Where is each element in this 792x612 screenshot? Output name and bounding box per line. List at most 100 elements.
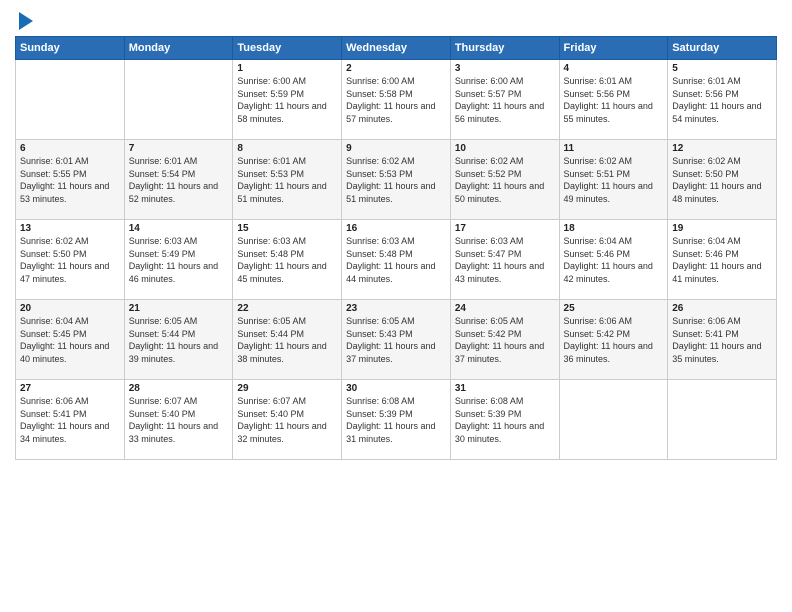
week-row-5: 27Sunrise: 6:06 AM Sunset: 5:41 PM Dayli… (16, 380, 777, 460)
day-info: Sunrise: 6:06 AM Sunset: 5:41 PM Dayligh… (672, 315, 772, 365)
calendar-cell (124, 60, 233, 140)
calendar-cell: 27Sunrise: 6:06 AM Sunset: 5:41 PM Dayli… (16, 380, 125, 460)
day-number: 28 (129, 383, 229, 394)
calendar-cell: 1Sunrise: 6:00 AM Sunset: 5:59 PM Daylig… (233, 60, 342, 140)
day-info: Sunrise: 6:05 AM Sunset: 5:44 PM Dayligh… (237, 315, 337, 365)
day-info: Sunrise: 6:05 AM Sunset: 5:44 PM Dayligh… (129, 315, 229, 365)
day-info: Sunrise: 6:08 AM Sunset: 5:39 PM Dayligh… (346, 395, 446, 445)
calendar-cell: 26Sunrise: 6:06 AM Sunset: 5:41 PM Dayli… (668, 300, 777, 380)
day-number: 6 (20, 143, 120, 154)
calendar-header-row: SundayMondayTuesdayWednesdayThursdayFrid… (16, 37, 777, 60)
calendar-cell: 29Sunrise: 6:07 AM Sunset: 5:40 PM Dayli… (233, 380, 342, 460)
calendar-cell (559, 380, 668, 460)
day-number: 1 (237, 63, 337, 74)
day-info: Sunrise: 6:03 AM Sunset: 5:48 PM Dayligh… (346, 235, 446, 285)
calendar-cell (16, 60, 125, 140)
day-info: Sunrise: 6:02 AM Sunset: 5:50 PM Dayligh… (20, 235, 120, 285)
calendar-cell: 16Sunrise: 6:03 AM Sunset: 5:48 PM Dayli… (342, 220, 451, 300)
day-info: Sunrise: 6:02 AM Sunset: 5:50 PM Dayligh… (672, 155, 772, 205)
calendar-cell: 18Sunrise: 6:04 AM Sunset: 5:46 PM Dayli… (559, 220, 668, 300)
calendar-cell: 9Sunrise: 6:02 AM Sunset: 5:53 PM Daylig… (342, 140, 451, 220)
day-number: 29 (237, 383, 337, 394)
calendar-cell: 19Sunrise: 6:04 AM Sunset: 5:46 PM Dayli… (668, 220, 777, 300)
day-info: Sunrise: 6:01 AM Sunset: 5:56 PM Dayligh… (564, 75, 664, 125)
day-number: 10 (455, 143, 555, 154)
calendar-cell: 2Sunrise: 6:00 AM Sunset: 5:58 PM Daylig… (342, 60, 451, 140)
week-row-2: 6Sunrise: 6:01 AM Sunset: 5:55 PM Daylig… (16, 140, 777, 220)
day-info: Sunrise: 6:06 AM Sunset: 5:41 PM Dayligh… (20, 395, 120, 445)
day-number: 3 (455, 63, 555, 74)
day-info: Sunrise: 6:07 AM Sunset: 5:40 PM Dayligh… (129, 395, 229, 445)
day-number: 25 (564, 303, 664, 314)
day-info: Sunrise: 6:00 AM Sunset: 5:57 PM Dayligh… (455, 75, 555, 125)
day-number: 13 (20, 223, 120, 234)
day-number: 18 (564, 223, 664, 234)
day-info: Sunrise: 6:01 AM Sunset: 5:54 PM Dayligh… (129, 155, 229, 205)
day-info: Sunrise: 6:03 AM Sunset: 5:49 PM Dayligh… (129, 235, 229, 285)
weekday-header-wednesday: Wednesday (342, 37, 451, 60)
day-number: 30 (346, 383, 446, 394)
day-number: 21 (129, 303, 229, 314)
day-info: Sunrise: 6:07 AM Sunset: 5:40 PM Dayligh… (237, 395, 337, 445)
calendar-cell: 14Sunrise: 6:03 AM Sunset: 5:49 PM Dayli… (124, 220, 233, 300)
day-number: 9 (346, 143, 446, 154)
day-info: Sunrise: 6:04 AM Sunset: 5:46 PM Dayligh… (564, 235, 664, 285)
calendar-cell: 17Sunrise: 6:03 AM Sunset: 5:47 PM Dayli… (450, 220, 559, 300)
day-number: 15 (237, 223, 337, 234)
calendar-cell: 4Sunrise: 6:01 AM Sunset: 5:56 PM Daylig… (559, 60, 668, 140)
day-number: 2 (346, 63, 446, 74)
week-row-3: 13Sunrise: 6:02 AM Sunset: 5:50 PM Dayli… (16, 220, 777, 300)
calendar-cell: 20Sunrise: 6:04 AM Sunset: 5:45 PM Dayli… (16, 300, 125, 380)
day-info: Sunrise: 6:04 AM Sunset: 5:46 PM Dayligh… (672, 235, 772, 285)
header (15, 10, 777, 30)
calendar-container: SundayMondayTuesdayWednesdayThursdayFrid… (0, 0, 792, 470)
calendar-cell: 10Sunrise: 6:02 AM Sunset: 5:52 PM Dayli… (450, 140, 559, 220)
day-info: Sunrise: 6:01 AM Sunset: 5:56 PM Dayligh… (672, 75, 772, 125)
week-row-1: 1Sunrise: 6:00 AM Sunset: 5:59 PM Daylig… (16, 60, 777, 140)
day-number: 8 (237, 143, 337, 154)
calendar-cell: 11Sunrise: 6:02 AM Sunset: 5:51 PM Dayli… (559, 140, 668, 220)
logo (15, 10, 33, 30)
day-number: 7 (129, 143, 229, 154)
calendar-cell: 21Sunrise: 6:05 AM Sunset: 5:44 PM Dayli… (124, 300, 233, 380)
day-number: 5 (672, 63, 772, 74)
day-info: Sunrise: 6:06 AM Sunset: 5:42 PM Dayligh… (564, 315, 664, 365)
calendar-cell: 3Sunrise: 6:00 AM Sunset: 5:57 PM Daylig… (450, 60, 559, 140)
logo-arrow-icon (19, 12, 33, 30)
day-number: 22 (237, 303, 337, 314)
calendar-cell: 13Sunrise: 6:02 AM Sunset: 5:50 PM Dayli… (16, 220, 125, 300)
calendar-cell: 15Sunrise: 6:03 AM Sunset: 5:48 PM Dayli… (233, 220, 342, 300)
day-number: 16 (346, 223, 446, 234)
week-row-4: 20Sunrise: 6:04 AM Sunset: 5:45 PM Dayli… (16, 300, 777, 380)
day-info: Sunrise: 6:03 AM Sunset: 5:47 PM Dayligh… (455, 235, 555, 285)
day-number: 23 (346, 303, 446, 314)
day-info: Sunrise: 6:05 AM Sunset: 5:42 PM Dayligh… (455, 315, 555, 365)
calendar-cell: 23Sunrise: 6:05 AM Sunset: 5:43 PM Dayli… (342, 300, 451, 380)
calendar-cell (668, 380, 777, 460)
day-info: Sunrise: 6:00 AM Sunset: 5:59 PM Dayligh… (237, 75, 337, 125)
calendar-cell: 12Sunrise: 6:02 AM Sunset: 5:50 PM Dayli… (668, 140, 777, 220)
day-number: 26 (672, 303, 772, 314)
weekday-header-thursday: Thursday (450, 37, 559, 60)
calendar-cell: 28Sunrise: 6:07 AM Sunset: 5:40 PM Dayli… (124, 380, 233, 460)
calendar-cell: 7Sunrise: 6:01 AM Sunset: 5:54 PM Daylig… (124, 140, 233, 220)
calendar-cell: 8Sunrise: 6:01 AM Sunset: 5:53 PM Daylig… (233, 140, 342, 220)
day-number: 14 (129, 223, 229, 234)
day-info: Sunrise: 6:01 AM Sunset: 5:55 PM Dayligh… (20, 155, 120, 205)
day-number: 4 (564, 63, 664, 74)
day-number: 11 (564, 143, 664, 154)
day-info: Sunrise: 6:05 AM Sunset: 5:43 PM Dayligh… (346, 315, 446, 365)
day-info: Sunrise: 6:02 AM Sunset: 5:53 PM Dayligh… (346, 155, 446, 205)
weekday-header-monday: Monday (124, 37, 233, 60)
day-number: 12 (672, 143, 772, 154)
weekday-header-friday: Friday (559, 37, 668, 60)
day-info: Sunrise: 6:08 AM Sunset: 5:39 PM Dayligh… (455, 395, 555, 445)
calendar-cell: 30Sunrise: 6:08 AM Sunset: 5:39 PM Dayli… (342, 380, 451, 460)
weekday-header-saturday: Saturday (668, 37, 777, 60)
day-number: 17 (455, 223, 555, 234)
weekday-header-tuesday: Tuesday (233, 37, 342, 60)
calendar-cell: 25Sunrise: 6:06 AM Sunset: 5:42 PM Dayli… (559, 300, 668, 380)
day-info: Sunrise: 6:03 AM Sunset: 5:48 PM Dayligh… (237, 235, 337, 285)
day-number: 20 (20, 303, 120, 314)
day-number: 19 (672, 223, 772, 234)
